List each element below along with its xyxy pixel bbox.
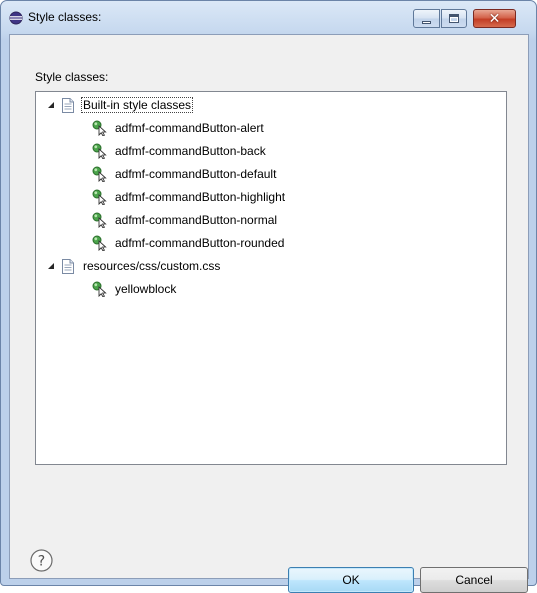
style-class-icon: [92, 143, 107, 159]
tree-leaf-style-class[interactable]: adfmf-commandButton-back: [92, 141, 268, 161]
chevron-down-icon: [48, 263, 54, 269]
tree-leaf-style-class[interactable]: adfmf-commandButton-rounded: [92, 233, 286, 253]
tree-leaf-label: yellowblock: [115, 282, 177, 296]
style-class-icon: [92, 120, 107, 136]
style-class-icon: [92, 212, 107, 228]
expand-toggle[interactable]: [46, 256, 56, 276]
style-classes-tree[interactable]: Built-in style classes adfmf-commandButt…: [35, 91, 507, 465]
maximize-icon: [449, 14, 459, 23]
tree-leaf-label: adfmf-commandButton-rounded: [115, 236, 285, 250]
tree-leaf-label: adfmf-commandButton-default: [115, 167, 277, 181]
minimize-button[interactable]: [413, 9, 440, 28]
style-class-icon: [92, 281, 107, 297]
style-class-icon: [92, 189, 107, 205]
dialog-body: Style classes: Built-in style classes ad…: [9, 34, 529, 593]
eclipse-icon: [9, 11, 23, 25]
maximize-button[interactable]: [441, 9, 467, 28]
expand-toggle[interactable]: [46, 95, 56, 115]
file-icon: [62, 258, 74, 274]
tree-leaf-label: adfmf-commandButton-highlight: [115, 190, 286, 204]
tree-leaf-style-class[interactable]: adfmf-commandButton-normal: [92, 210, 279, 230]
minimize-icon: [422, 20, 431, 24]
ok-button[interactable]: OK: [288, 567, 414, 593]
tree-leaf-label: adfmf-commandButton-normal: [115, 213, 278, 227]
tree-node-label: Built-in style classes: [81, 97, 194, 113]
chevron-down-icon: [48, 102, 54, 108]
tree-leaf-label: adfmf-commandButton-back: [115, 144, 266, 158]
tree-node-custom-css[interactable]: resources/css/custom.css: [46, 256, 222, 276]
style-class-icon: [92, 166, 107, 182]
dialog-window: Style classes: ✕ Style classes: Built-in…: [0, 0, 537, 593]
tree-leaf-label: adfmf-commandButton-alert: [115, 121, 264, 135]
tree-node-built-in[interactable]: Built-in style classes: [46, 95, 194, 115]
tree-leaf-style-class[interactable]: adfmf-commandButton-alert: [92, 118, 266, 138]
close-button[interactable]: ✕: [473, 9, 516, 28]
title-bar[interactable]: Style classes: ✕: [1, 1, 536, 33]
window-title: Style classes:: [28, 10, 102, 24]
help-glyph: ?: [38, 554, 45, 570]
style-class-icon: [92, 235, 107, 251]
cancel-button[interactable]: Cancel: [420, 567, 528, 593]
tree-leaf-style-class[interactable]: adfmf-commandButton-highlight: [92, 187, 287, 207]
style-classes-label: Style classes:: [35, 70, 109, 84]
close-icon: ✕: [488, 10, 501, 27]
help-icon[interactable]: ?: [30, 549, 53, 572]
tree-leaf-style-class[interactable]: adfmf-commandButton-default: [92, 164, 278, 184]
tree-node-label: resources/css/custom.css: [83, 259, 221, 273]
file-icon: [62, 97, 74, 113]
tree-leaf-style-class[interactable]: yellowblock: [92, 279, 178, 299]
